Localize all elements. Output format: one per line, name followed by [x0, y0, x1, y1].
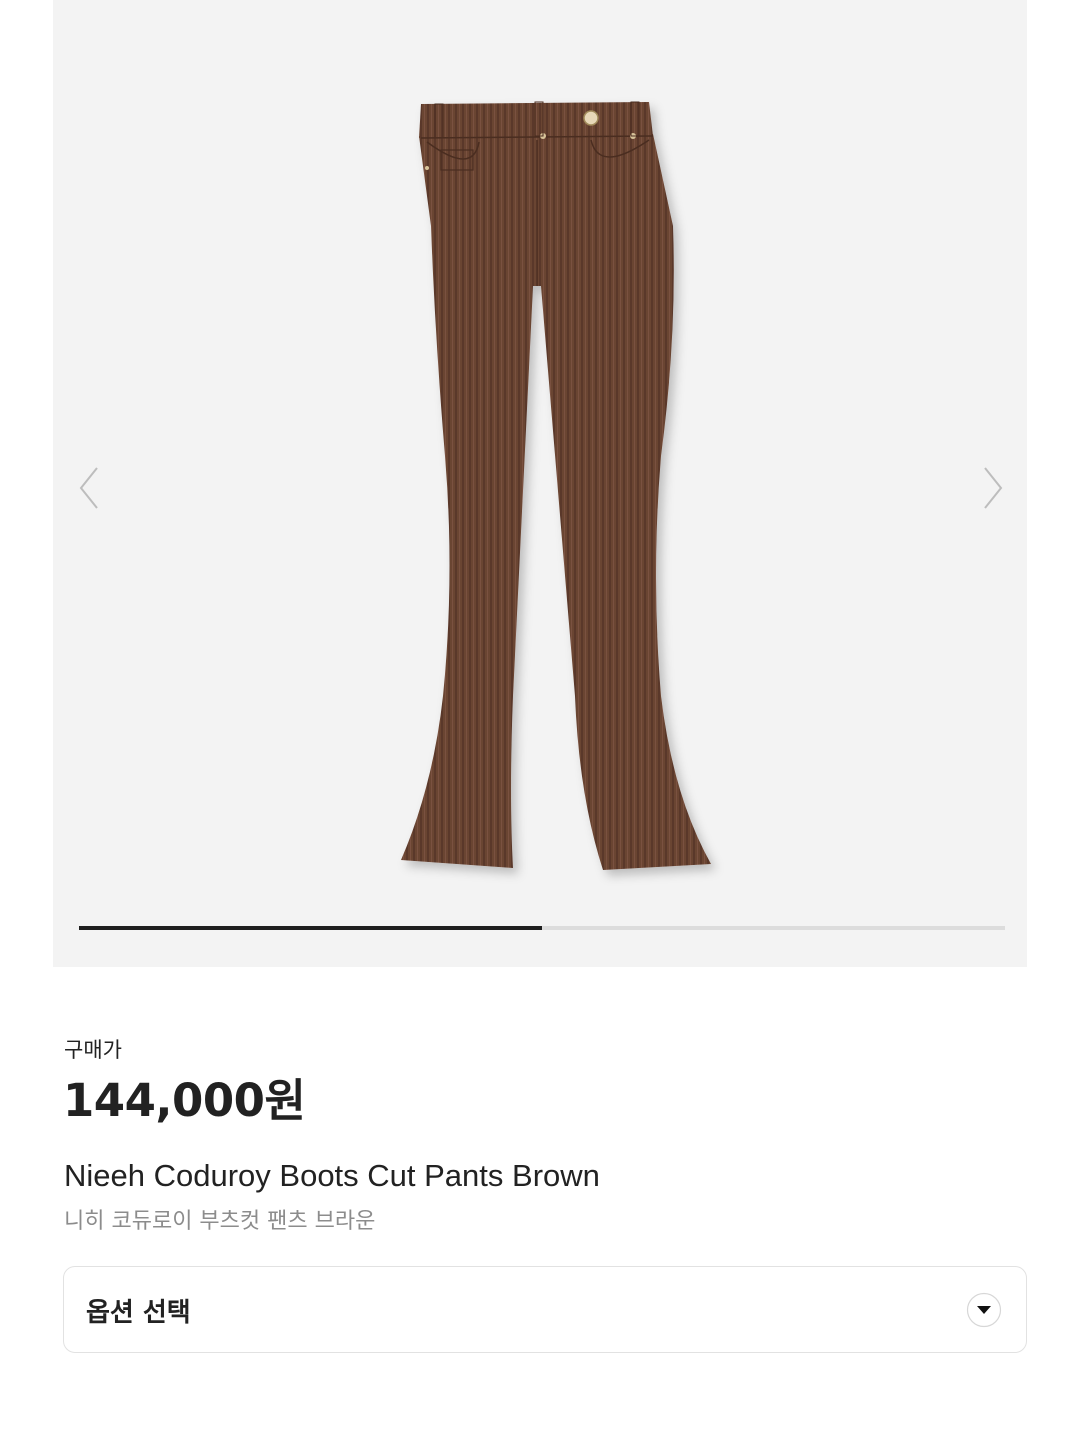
- chevron-right-icon: [984, 467, 1003, 509]
- gallery-progress-bar: [79, 925, 1005, 930]
- product-image: [401, 101, 711, 870]
- product-name-english: Nieeh Coduroy Boots Cut Pants Brown: [64, 1158, 600, 1193]
- option-select-label: 옵션 선택: [86, 1298, 191, 1328]
- chevron-left-icon: [79, 467, 98, 509]
- product-page: 구매가 144,000원 Nieeh Coduroy Boots Cut Pan…: [0, 0, 1080, 1440]
- gallery-progress-fill: [79, 925, 542, 930]
- gallery-next-button[interactable]: [973, 462, 1013, 514]
- gallery-prev-button[interactable]: [69, 462, 109, 514]
- price-value: 144,000원: [63, 1074, 306, 1127]
- product-image-gallery[interactable]: [53, 0, 1027, 967]
- option-select-dropdown[interactable]: 옵션 선택: [63, 1266, 1027, 1353]
- product-name-korean: 니히 코듀로이 부츠컷 팬츠 브라운: [64, 1209, 376, 1234]
- price-label: 구매가: [64, 1038, 122, 1062]
- chevron-down-circle-icon: [966, 1292, 1002, 1328]
